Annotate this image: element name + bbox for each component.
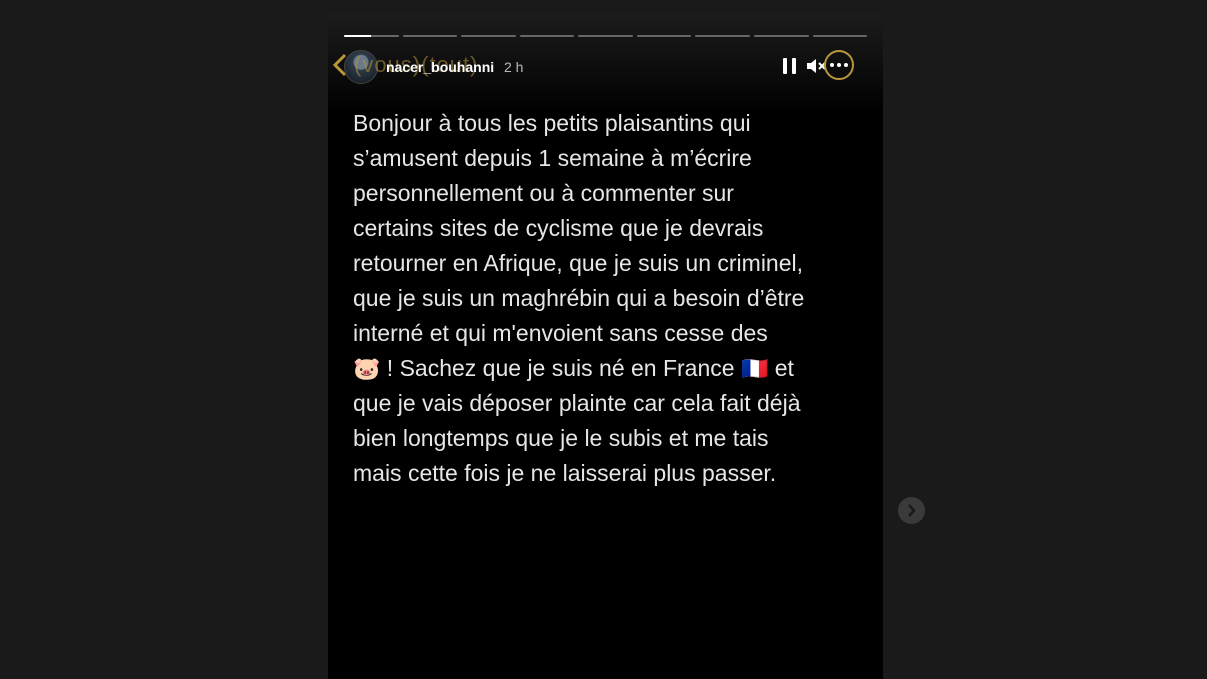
progress-fill xyxy=(344,35,372,37)
story-progress-bar xyxy=(344,35,868,37)
text-line: certains sites de cyclisme que je devrai… xyxy=(353,215,764,241)
text-line: mais cette fois je ne laisserai plus pas… xyxy=(353,460,777,486)
text-segment: ! Sachez que je suis né en France xyxy=(380,355,741,381)
post-time: 2 h xyxy=(504,59,524,75)
text-line: s’amusent depuis 1 semaine à m’écrire xyxy=(353,145,752,171)
pause-icon[interactable] xyxy=(783,58,797,74)
story-text: Bonjour à tous les petits plaisantins qu… xyxy=(353,106,858,491)
progress-segment xyxy=(578,35,633,37)
text-line: que je vais déposer plainte car cela fai… xyxy=(353,390,801,416)
text-line: interné et qui m'envoient sans cesse des xyxy=(353,320,768,346)
speaker-muted-icon[interactable] xyxy=(806,56,826,76)
text-line: bien longtemps que je le subis et me tai… xyxy=(353,425,769,451)
username[interactable]: nacer_bouhanni xyxy=(386,59,494,75)
progress-segment xyxy=(519,35,575,37)
progress-segment xyxy=(695,35,750,37)
pig-emoji: 🐷 xyxy=(353,356,381,381)
progress-segment xyxy=(753,35,809,37)
more-horizontal-icon[interactable] xyxy=(824,50,854,80)
text-line: que je suis un maghrébin qui a besoin d’… xyxy=(353,285,805,311)
text-segment: et xyxy=(768,355,794,381)
story-viewer[interactable]: (vous)(tout) nacer_bouhanni 2 h Bonjour … xyxy=(328,14,883,679)
text-line: personnellement ou à commenter sur xyxy=(353,180,734,206)
progress-segment xyxy=(461,35,516,37)
progress-segment xyxy=(812,35,868,37)
chevron-right-icon[interactable] xyxy=(898,497,925,524)
france-flag-emoji: 🇫🇷 xyxy=(740,356,769,381)
text-line: Bonjour à tous les petits plaisantins qu… xyxy=(353,110,751,136)
text-line: retourner en Afrique, que je suis un cri… xyxy=(353,250,804,276)
progress-segment xyxy=(344,35,399,37)
progress-segment xyxy=(636,35,692,37)
progress-segment xyxy=(402,35,458,37)
story-header: (vous)(tout) nacer_bouhanni 2 h xyxy=(328,50,883,84)
